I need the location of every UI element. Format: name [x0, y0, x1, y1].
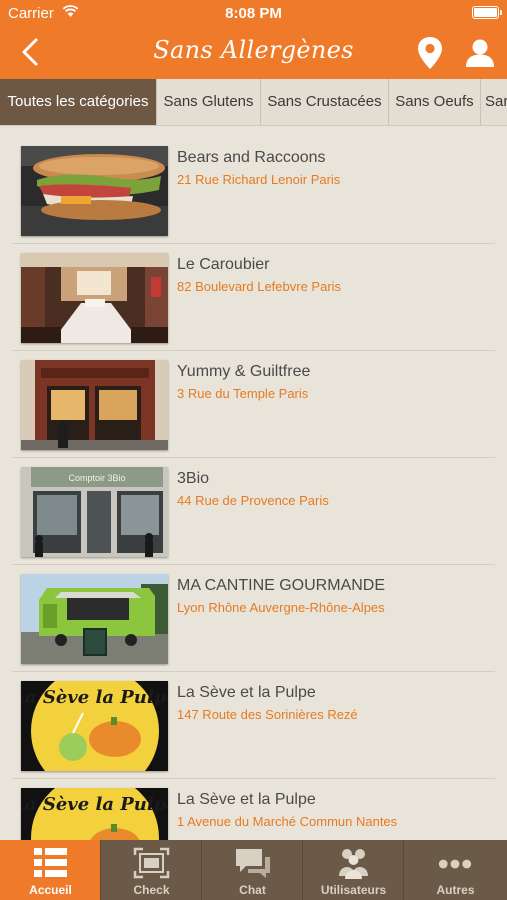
bottom-tab-bar: Accueil Check Chat Utilisateurs Autres	[0, 840, 507, 900]
battery-icon	[472, 6, 502, 19]
restaurant-address: 21 Rue Richard Lenoir Paris	[177, 172, 341, 187]
list-item[interactable]: Bears and Raccoons 21 Rue Richard Lenoir…	[12, 137, 495, 244]
list-icon	[34, 848, 67, 877]
list-item[interactable]: La Sève la Pulpe La Sève et la Pulpe 147…	[12, 672, 495, 779]
shop-sign-text: Comptoir 3Bio	[68, 473, 125, 483]
restaurant-name: La Sève et la Pulpe	[177, 791, 316, 808]
tab-label: Check	[133, 883, 170, 897]
restaurant-photo: Comptoir 3Bio	[21, 467, 168, 557]
category-tab-all[interactable]: Toutes les catégories	[0, 79, 157, 125]
restaurant-address: 147 Route des Sorinières Rezé	[177, 707, 358, 722]
restaurant-address: Lyon Rhône Auvergne-Rhône-Alpes	[177, 600, 385, 615]
list-item[interactable]: Comptoir 3Bio 3Bio 44 Rue de Provence Pa…	[12, 458, 495, 565]
category-tabs: Toutes les catégories Sans Glutens Sans …	[0, 79, 507, 126]
users-icon	[339, 849, 368, 879]
tab-autres[interactable]: Autres	[404, 840, 507, 900]
list-item[interactable]: MA CANTINE GOURMANDE Lyon Rhône Auvergne…	[12, 565, 495, 672]
category-tab-gluten-free[interactable]: Sans Glutens	[157, 79, 261, 125]
chat-bubbles-icon	[236, 849, 270, 878]
tab-chat[interactable]: Chat	[202, 840, 303, 900]
user-profile-icon[interactable]	[464, 38, 496, 68]
category-tab-egg-free[interactable]: Sans Oeufs	[389, 79, 481, 125]
category-tab-more[interactable]: Sar	[481, 79, 507, 125]
tab-check[interactable]: Check	[101, 840, 202, 900]
restaurant-photo	[21, 360, 168, 450]
restaurant-name: 3Bio	[177, 470, 210, 487]
top-bar: Carrier 8:08 PM Sans Allergènes	[0, 0, 507, 79]
category-tab-crustacean-free[interactable]: Sans Crustacées	[261, 79, 389, 125]
tab-utilisateurs[interactable]: Utilisateurs	[303, 840, 404, 900]
restaurant-logo: La Sève la Pulpe	[21, 681, 168, 771]
status-time: 8:08 PM	[225, 5, 282, 22]
restaurant-address: 44 Rue de Provence Paris	[177, 493, 329, 508]
tab-label: Chat	[239, 883, 266, 897]
more-dots-icon	[438, 859, 472, 869]
tab-label: Autres	[436, 883, 475, 897]
restaurant-name: Bears and Raccoons	[177, 149, 326, 166]
restaurant-name: Le Caroubier	[177, 256, 270, 273]
restaurant-name: La Sève et la Pulpe	[177, 684, 316, 701]
list-item[interactable]: Yummy & Guiltfree 3 Rue du Temple Paris	[12, 351, 495, 458]
map-pin-icon[interactable]	[416, 36, 444, 70]
tab-accueil[interactable]: Accueil	[0, 840, 101, 900]
tab-label: Accueil	[29, 883, 72, 897]
restaurant-address: 1 Avenue du Marché Commun Nantes	[177, 814, 398, 829]
restaurant-name: MA CANTINE GOURMANDE	[177, 577, 386, 594]
restaurant-address: 3 Rue du Temple Paris	[177, 386, 309, 401]
logo-lettering: La Sève la Pulpe	[21, 794, 168, 815]
restaurant-address: 82 Boulevard Lefebvre Paris	[177, 279, 342, 294]
restaurant-name: Yummy & Guiltfree	[177, 363, 311, 380]
status-bar: Carrier 8:08 PM	[0, 0, 507, 28]
logo-lettering: La Sève la Pulpe	[21, 687, 168, 708]
list-item[interactable]: Le Caroubier 82 Boulevard Lefebvre Paris	[12, 244, 495, 351]
tab-label: Utilisateurs	[320, 883, 387, 897]
scan-icon	[133, 847, 170, 879]
restaurant-photo	[21, 574, 168, 664]
restaurant-photo	[21, 253, 168, 343]
restaurant-photo	[21, 146, 168, 236]
